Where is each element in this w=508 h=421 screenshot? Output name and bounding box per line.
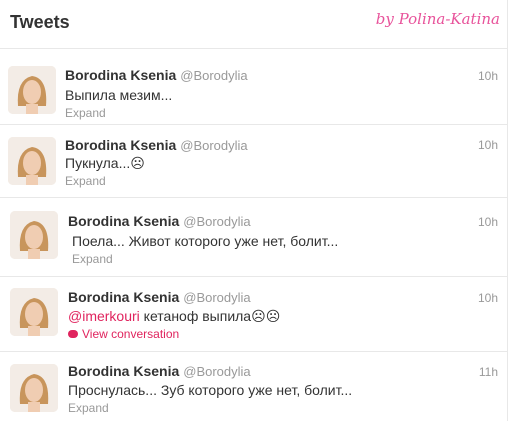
tweet-item[interactable]: Borodina Ksenia @Borodylia 10h Поела... Ж… [0,198,508,277]
tweet-timestamp[interactable]: 10h [478,291,498,305]
expand-link[interactable]: Expand [72,252,113,266]
author-handle[interactable]: @Borodylia [180,68,247,83]
author-handle[interactable]: @Borodylia [183,290,250,305]
author-name[interactable]: Borodina Ksenia @Borodylia [68,213,251,229]
author-name[interactable]: Borodina Ksenia @Borodylia [68,289,251,305]
expand-link[interactable]: Expand [65,174,106,188]
tweet-text: Поела... Живот которого уже нет, болит..… [72,233,339,249]
avatar[interactable] [10,211,58,259]
author-handle[interactable]: @Borodylia [183,364,250,379]
author-name[interactable]: Borodina Ksenia @Borodylia [68,363,251,379]
author-name[interactable]: Borodina Ksenia @Borodylia [65,67,248,83]
tweet-timestamp[interactable]: 10h [478,215,498,229]
author-name[interactable]: Borodina Ksenia @Borodylia [65,137,248,153]
view-conversation-label[interactable]: View conversation [82,327,179,341]
speech-bubble-icon [68,330,78,338]
expand-link[interactable]: Expand [68,401,109,415]
tweet-timestamp[interactable]: 11h [479,365,498,379]
author-display-name[interactable]: Borodina Ksenia [68,213,179,229]
tweet-text: Выпила мезим... [65,87,173,103]
author-display-name[interactable]: Borodina Ksenia [65,67,176,83]
tweet-item[interactable]: Borodina Ksenia @Borodylia 10h Пукнула...… [0,125,508,198]
view-conversation-link[interactable]: View conversation [68,327,179,341]
avatar[interactable] [10,364,58,412]
page-title: Tweets [10,12,70,32]
author-display-name[interactable]: Borodina Ksenia [68,363,179,379]
tweet-text: @imerkouri кетаноф выпила☹☹ [68,308,280,325]
expand-link[interactable]: Expand [65,106,106,120]
tweet-item[interactable]: Borodina Ksenia @Borodylia 10h @imerkouri… [0,277,508,352]
tweet-text: Проснулась... Зуб которого уже нет, боли… [68,382,353,398]
avatar[interactable] [10,288,58,336]
author-display-name[interactable]: Borodina Ksenia [68,289,179,305]
author-handle[interactable]: @Borodylia [183,214,250,229]
tweet-item[interactable]: Borodina Ksenia @Borodylia 11h Проснулась… [0,352,508,421]
mention-link[interactable]: @imerkouri [68,308,140,324]
watermark: by Polina-Katina [375,10,500,28]
author-display-name[interactable]: Borodina Ksenia [65,137,176,153]
tweet-text: Пукнула...☹ [65,155,145,171]
tweet-item[interactable]: Borodina Ksenia @Borodylia 10h Выпила мез… [0,49,508,125]
timeline-header: Tweets by Polina-Katina [0,0,508,49]
avatar[interactable] [8,137,56,185]
author-handle[interactable]: @Borodylia [180,138,247,153]
tweet-text-body: кетаноф выпила☹☹ [139,308,281,324]
avatar[interactable] [8,66,56,114]
tweet-timestamp[interactable]: 10h [478,138,498,152]
tweet-timestamp[interactable]: 10h [478,69,498,83]
